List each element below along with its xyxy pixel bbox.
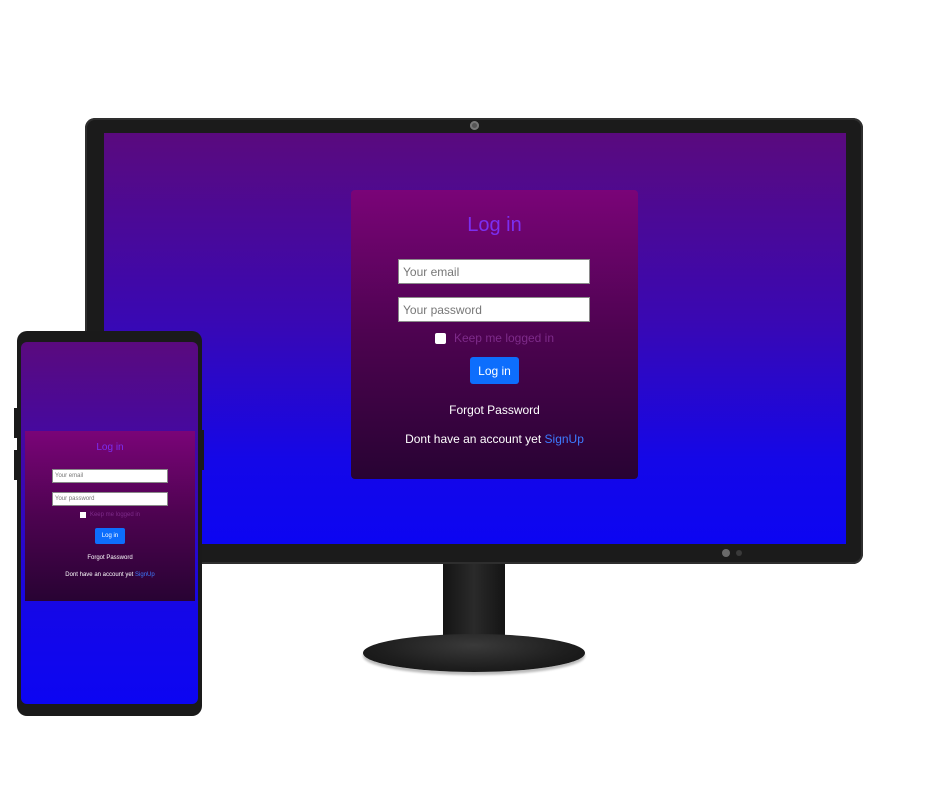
mobile-login-button[interactable]: Log in [95,528,125,544]
login-button[interactable]: Log in [470,357,519,384]
phone-screen: Log in Your email Your password Keep me … [21,342,198,704]
signup-prompt: Dont have an account yet [405,432,542,446]
mobile-login-card: Log in Your email Your password Keep me … [25,431,195,601]
login-title: Log in [467,214,522,236]
signup-link[interactable]: SignUp [545,432,584,446]
mobile-forgot-password-link[interactable]: Forgot Password [25,555,195,561]
login-card: Log in Keep me logged in Log in Forgot P… [351,190,638,479]
remember-me-checkbox[interactable] [434,332,446,344]
remember-me-row: Keep me logged in [351,331,638,345]
webcam-icon [470,121,479,130]
mobile-remember-me-label: Keep me logged in [89,512,141,518]
mobile-remember-me-row: Keep me logged in [25,512,195,518]
mobile-password-field[interactable]: Your password [52,492,168,506]
mobile-signup-prompt: Dont have an account yet [65,572,134,578]
email-field[interactable] [398,259,590,284]
monitor-stand-neck [443,564,505,642]
password-field[interactable] [398,297,590,322]
power-led-icon [722,549,730,557]
mobile-login-title: Log in [96,442,124,453]
monitor-stand-base [363,634,585,672]
signup-row: Dont have an account yet SignUp [351,432,638,446]
mobile-remember-me-checkbox[interactable] [79,512,86,518]
forgot-password-link[interactable]: Forgot Password [351,403,638,417]
mobile-signup-row: Dont have an account yet SignUp [25,572,195,578]
mobile-signup-link[interactable]: SignUp [135,572,155,578]
status-led-icon [736,550,742,556]
mobile-email-field[interactable]: Your email [52,469,168,483]
remember-me-label: Keep me logged in [453,331,555,345]
